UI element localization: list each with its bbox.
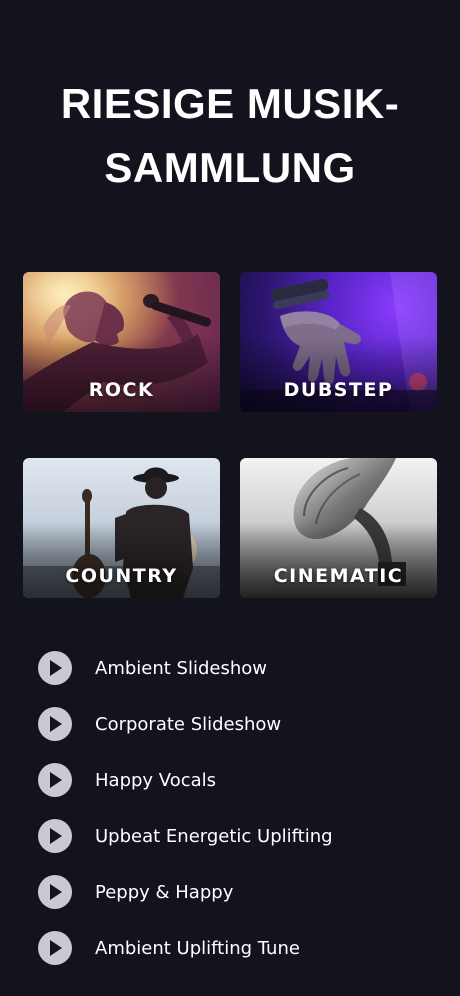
track-title: Peppy & Happy — [95, 881, 234, 903]
genre-label: DUBSTEP — [283, 379, 394, 401]
play-icon — [50, 660, 62, 676]
track-row-ambient-slideshow[interactable]: Ambient Slideshow — [38, 640, 438, 696]
track-row-ambient-uplifting-tune[interactable]: Ambient Uplifting Tune — [38, 920, 438, 976]
play-icon — [50, 772, 62, 788]
track-list: Ambient Slideshow Corporate Slideshow Ha… — [38, 640, 438, 976]
genre-tile-dubstep[interactable]: DUBSTEP — [240, 272, 437, 412]
screen: RIESIGE MUSIK- SAMMLUNG ROCK DUBSTEP COU… — [0, 0, 460, 996]
play-button[interactable] — [38, 875, 72, 909]
track-title: Happy Vocals — [95, 769, 217, 791]
page-title-line-1: RIESIGE MUSIK- — [60, 80, 400, 127]
genre-tile-cinematic[interactable]: CINEMATIC — [240, 458, 437, 598]
genre-label: COUNTRY — [65, 565, 178, 587]
play-button[interactable] — [38, 819, 72, 853]
play-button[interactable] — [38, 931, 72, 965]
track-title: Ambient Slideshow — [95, 657, 267, 679]
track-title: Corporate Slideshow — [95, 713, 282, 735]
genre-label: CINEMATIC — [273, 565, 404, 587]
genre-label: ROCK — [88, 379, 155, 401]
track-row-happy-vocals[interactable]: Happy Vocals — [38, 752, 438, 808]
page-title-line-2: SAMMLUNG — [104, 144, 356, 191]
track-row-upbeat-energetic-uplifting[interactable]: Upbeat Energetic Uplifting — [38, 808, 438, 864]
track-row-corporate-slideshow[interactable]: Corporate Slideshow — [38, 696, 438, 752]
play-icon — [50, 940, 62, 956]
play-button[interactable] — [38, 763, 72, 797]
play-button[interactable] — [38, 707, 72, 741]
play-icon — [50, 884, 62, 900]
play-button[interactable] — [38, 651, 72, 685]
play-icon — [50, 716, 62, 732]
page-title: RIESIGE MUSIK- SAMMLUNG — [0, 72, 460, 200]
genre-tile-country[interactable]: COUNTRY — [23, 458, 220, 598]
genre-tile-rock[interactable]: ROCK — [23, 272, 220, 412]
track-title: Upbeat Energetic Uplifting — [95, 825, 333, 847]
play-icon — [50, 828, 62, 844]
track-title: Ambient Uplifting Tune — [95, 937, 300, 959]
track-row-peppy-happy[interactable]: Peppy & Happy — [38, 864, 438, 920]
